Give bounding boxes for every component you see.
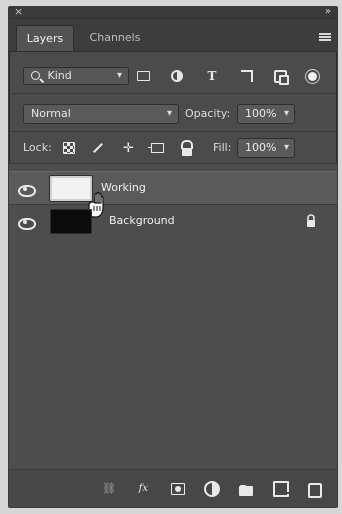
visibility-eye-icon[interactable] (18, 217, 36, 230)
layer-row-working[interactable]: Working (9, 171, 337, 218)
layers-bottom-toolbar: ⛓ fx (9, 469, 337, 507)
blend-mode-value: Normal (31, 107, 71, 120)
lock-artboard-icon[interactable] (148, 143, 165, 153)
lock-icons (63, 139, 195, 157)
bottom-toolbar-icons: ⛓ fx (101, 480, 323, 498)
tab-channels[interactable]: Channels (79, 25, 151, 51)
chevron-down-icon: ▾ (116, 70, 122, 81)
fill-field[interactable]: 100% ▾ (237, 138, 295, 158)
collapse-icon[interactable]: » (325, 6, 331, 17)
opacity-value: 100% (245, 107, 277, 120)
tab-layers[interactable]: Layers (16, 25, 74, 51)
visibility-eye-icon[interactable] (18, 184, 36, 197)
filter-toggle-icon[interactable] (308, 71, 317, 81)
panel-top-strip: × » (9, 5, 337, 19)
add-layer-mask-icon[interactable] (170, 481, 186, 497)
search-icon (31, 71, 40, 80)
filter-shape-layers-icon[interactable] (241, 70, 253, 82)
panel-menu-icon[interactable] (319, 32, 331, 42)
layer-thumbnail-black[interactable] (50, 209, 92, 234)
lock-image-pixels-icon[interactable] (90, 140, 106, 156)
panel-tabs: Layers Channels (9, 19, 337, 52)
layer-row-background[interactable]: Background (9, 205, 337, 239)
new-layer-icon[interactable] (273, 481, 289, 497)
filter-icons: T (137, 68, 317, 85)
lock-transparent-pixels-icon[interactable] (63, 142, 75, 154)
layers-list: Working Background (9, 164, 337, 476)
layer-name[interactable]: Background (109, 214, 175, 227)
filter-kind-value: Kind (47, 69, 72, 82)
close-icon[interactable]: × (14, 5, 23, 18)
opacity-field[interactable]: 100% ▾ (237, 104, 295, 124)
fill-value: 100% (245, 141, 277, 154)
lock-label: Lock: (23, 141, 52, 154)
chevron-down-icon: ▾ (166, 108, 172, 119)
fx-icon[interactable]: fx (135, 481, 151, 497)
filter-smart-objects-icon[interactable] (274, 69, 289, 85)
filter-pixel-layers-icon[interactable] (137, 71, 150, 81)
filter-type-layers-icon[interactable]: T (204, 68, 220, 84)
layer-thumbnail-white[interactable] (50, 176, 92, 201)
chevron-down-icon: ▾ (283, 142, 289, 153)
link-layers-icon[interactable]: ⛓ (101, 481, 117, 497)
layers-panel: × » Layers Channels Kind ▾ T Normal ▾ Op… (8, 5, 338, 508)
filter-row: Kind ▾ T (9, 58, 337, 90)
chevron-down-icon: ▾ (283, 108, 289, 119)
new-adjustment-layer-icon[interactable] (204, 481, 220, 497)
divider (9, 131, 337, 132)
filter-adjustment-layers-icon[interactable] (171, 70, 183, 82)
fill-label: Fill: (213, 141, 232, 154)
lock-row: Lock: Fill: 100% ▾ (9, 133, 337, 163)
new-group-icon[interactable] (238, 481, 254, 497)
blend-mode-select[interactable]: Normal ▾ (23, 104, 179, 124)
opacity-label: Opacity: (185, 107, 231, 120)
blend-row: Normal ▾ Opacity: 100% ▾ (9, 96, 337, 128)
lock-icon (307, 214, 315, 227)
delete-layer-icon[interactable] (307, 481, 323, 497)
lock-all-icon[interactable] (179, 140, 195, 156)
lock-position-icon[interactable] (121, 140, 137, 156)
divider (9, 93, 337, 94)
filter-kind-select[interactable]: Kind ▾ (23, 67, 129, 85)
